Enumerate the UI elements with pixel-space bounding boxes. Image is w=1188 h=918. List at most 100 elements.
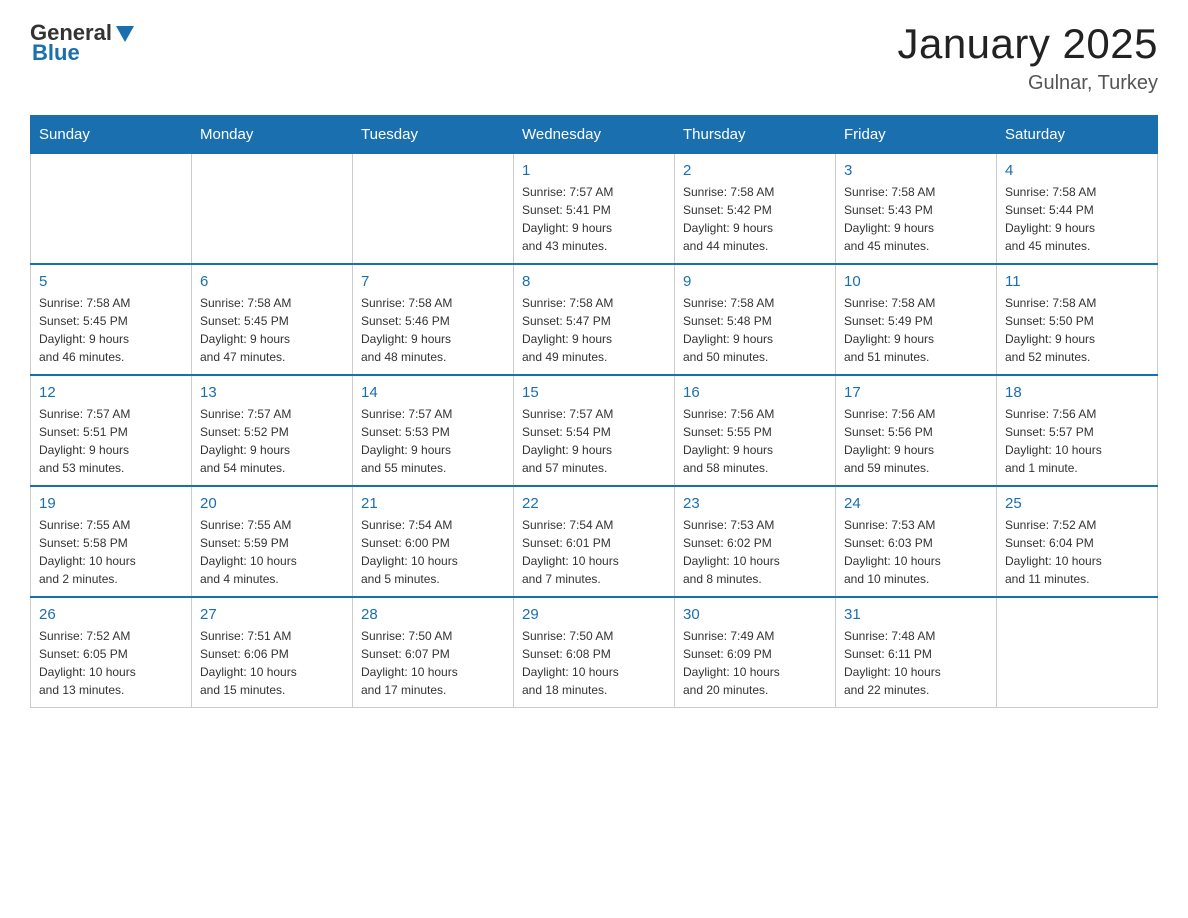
- day-number: 2: [683, 162, 827, 179]
- day-info: Sunrise: 7:48 AM Sunset: 6:11 PM Dayligh…: [844, 627, 988, 699]
- day-number: 20: [200, 495, 344, 512]
- calendar-title: January 2025: [897, 20, 1158, 68]
- calendar-cell: [31, 154, 192, 265]
- day-info: Sunrise: 7:55 AM Sunset: 5:59 PM Dayligh…: [200, 516, 344, 588]
- day-number: 26: [39, 606, 183, 623]
- calendar-cell: 22Sunrise: 7:54 AM Sunset: 6:01 PM Dayli…: [514, 486, 675, 597]
- week-row-4: 19 Sunrise: 7:55 AM Sunset: 5:58 PM Dayli…: [31, 486, 1158, 597]
- calendar-cell: [997, 597, 1158, 708]
- day-info: Sunrise: 7:58 AM Sunset: 5:46 PM Dayligh…: [361, 294, 505, 366]
- calendar-subtitle: Gulnar, Turkey: [897, 72, 1158, 95]
- day-number: 7: [361, 273, 505, 290]
- week-row-2: 5 Sunrise: 7:58 AM Sunset: 5:45 PM Daylig…: [31, 264, 1158, 375]
- col-header-thursday: Thursday: [675, 116, 836, 154]
- day-number: 17: [844, 384, 988, 401]
- day-info: Sunrise: 7:53 AM Sunset: 6:02 PM Dayligh…: [683, 516, 827, 588]
- day-info: Sunrise: 7:51 AM Sunset: 6:06 PM Dayligh…: [200, 627, 344, 699]
- day-number: 1: [522, 162, 666, 179]
- col-header-friday: Friday: [836, 116, 997, 154]
- day-number: 23: [683, 495, 827, 512]
- day-info: Sunrise: 7:57 AM Sunset: 5:52 PM Dayligh…: [200, 405, 344, 477]
- col-header-tuesday: Tuesday: [353, 116, 514, 154]
- calendar-cell: 23 Sunrise: 7:53 AM Sunset: 6:02 PM Dayli…: [675, 486, 836, 597]
- day-info: Sunrise: 7:57 AM Sunset: 5:53 PM Dayligh…: [361, 405, 505, 477]
- day-info: Sunrise: 7:58 AM Sunset: 5:47 PM Dayligh…: [522, 294, 666, 366]
- day-info: Sunrise: 7:58 AM Sunset: 5:43 PM Dayligh…: [844, 183, 988, 255]
- calendar-cell: 3 Sunrise: 7:58 AM Sunset: 5:43 PM Daylig…: [836, 154, 997, 265]
- calendar-cell: 16 Sunrise: 7:56 AM Sunset: 5:55 PM Dayli…: [675, 375, 836, 486]
- day-info: Sunrise: 7:58 AM Sunset: 5:45 PM Dayligh…: [200, 294, 344, 366]
- calendar-cell: 18 Sunrise: 7:56 AM Sunset: 5:57 PM Dayli…: [997, 375, 1158, 486]
- day-number: 13: [200, 384, 344, 401]
- logo-blue-text: Blue: [32, 40, 80, 66]
- day-info: Sunrise: 7:49 AM Sunset: 6:09 PM Dayligh…: [683, 627, 827, 699]
- day-info: Sunrise: 7:58 AM Sunset: 5:45 PM Dayligh…: [39, 294, 183, 366]
- col-header-sunday: Sunday: [31, 116, 192, 154]
- day-number: 4: [1005, 162, 1149, 179]
- logo-triangle-icon: [114, 24, 136, 44]
- day-info: Sunrise: 7:58 AM Sunset: 5:50 PM Dayligh…: [1005, 294, 1149, 366]
- day-number: 29: [522, 606, 666, 623]
- day-info: Sunrise: 7:52 AM Sunset: 6:04 PM Dayligh…: [1005, 516, 1149, 588]
- week-row-1: 1 Sunrise: 7:57 AM Sunset: 5:41 PM Daylig…: [31, 154, 1158, 265]
- day-number: 8: [522, 273, 666, 290]
- day-number: 3: [844, 162, 988, 179]
- col-header-saturday: Saturday: [997, 116, 1158, 154]
- calendar-table: SundayMondayTuesdayWednesdayThursdayFrid…: [30, 115, 1158, 708]
- day-info: Sunrise: 7:56 AM Sunset: 5:56 PM Dayligh…: [844, 405, 988, 477]
- day-info: Sunrise: 7:57 AM Sunset: 5:54 PM Dayligh…: [522, 405, 666, 477]
- day-number: 5: [39, 273, 183, 290]
- day-info: Sunrise: 7:50 AM Sunset: 6:08 PM Dayligh…: [522, 627, 666, 699]
- day-info: Sunrise: 7:52 AM Sunset: 6:05 PM Dayligh…: [39, 627, 183, 699]
- day-number: 22: [522, 495, 666, 512]
- day-info: Sunrise: 7:56 AM Sunset: 5:55 PM Dayligh…: [683, 405, 827, 477]
- day-number: 14: [361, 384, 505, 401]
- day-number: 27: [200, 606, 344, 623]
- day-info: Sunrise: 7:53 AM Sunset: 6:03 PM Dayligh…: [844, 516, 988, 588]
- calendar-cell: 11 Sunrise: 7:58 AM Sunset: 5:50 PM Dayli…: [997, 264, 1158, 375]
- col-header-monday: Monday: [192, 116, 353, 154]
- calendar-cell: 6Sunrise: 7:58 AM Sunset: 5:45 PM Daylig…: [192, 264, 353, 375]
- day-number: 10: [844, 273, 988, 290]
- day-number: 16: [683, 384, 827, 401]
- calendar-cell: 14 Sunrise: 7:57 AM Sunset: 5:53 PM Dayli…: [353, 375, 514, 486]
- col-header-wednesday: Wednesday: [514, 116, 675, 154]
- header-row: SundayMondayTuesdayWednesdayThursdayFrid…: [31, 116, 1158, 154]
- calendar-cell: 31 Sunrise: 7:48 AM Sunset: 6:11 PM Dayli…: [836, 597, 997, 708]
- calendar-cell: 24 Sunrise: 7:53 AM Sunset: 6:03 PM Dayli…: [836, 486, 997, 597]
- day-number: 31: [844, 606, 988, 623]
- calendar-cell: 7 Sunrise: 7:58 AM Sunset: 5:46 PM Daylig…: [353, 264, 514, 375]
- calendar-cell: 15Sunrise: 7:57 AM Sunset: 5:54 PM Dayli…: [514, 375, 675, 486]
- calendar-cell: 29 Sunrise: 7:50 AM Sunset: 6:08 PM Dayli…: [514, 597, 675, 708]
- day-number: 19: [39, 495, 183, 512]
- calendar-cell: 28 Sunrise: 7:50 AM Sunset: 6:07 PM Dayli…: [353, 597, 514, 708]
- week-row-3: 12 Sunrise: 7:57 AM Sunset: 5:51 PM Dayli…: [31, 375, 1158, 486]
- day-number: 24: [844, 495, 988, 512]
- calendar-cell: 27 Sunrise: 7:51 AM Sunset: 6:06 PM Dayli…: [192, 597, 353, 708]
- day-info: Sunrise: 7:57 AM Sunset: 5:41 PM Dayligh…: [522, 183, 666, 255]
- calendar-cell: [353, 154, 514, 265]
- calendar-cell: 10Sunrise: 7:58 AM Sunset: 5:49 PM Dayli…: [836, 264, 997, 375]
- calendar-cell: 21Sunrise: 7:54 AM Sunset: 6:00 PM Dayli…: [353, 486, 514, 597]
- day-info: Sunrise: 7:50 AM Sunset: 6:07 PM Dayligh…: [361, 627, 505, 699]
- day-number: 12: [39, 384, 183, 401]
- day-info: Sunrise: 7:57 AM Sunset: 5:51 PM Dayligh…: [39, 405, 183, 477]
- day-number: 25: [1005, 495, 1149, 512]
- calendar-cell: 8 Sunrise: 7:58 AM Sunset: 5:47 PM Daylig…: [514, 264, 675, 375]
- calendar-cell: 2 Sunrise: 7:58 AM Sunset: 5:42 PM Daylig…: [675, 154, 836, 265]
- day-info: Sunrise: 7:58 AM Sunset: 5:42 PM Dayligh…: [683, 183, 827, 255]
- calendar-cell: 5 Sunrise: 7:58 AM Sunset: 5:45 PM Daylig…: [31, 264, 192, 375]
- day-info: Sunrise: 7:55 AM Sunset: 5:58 PM Dayligh…: [39, 516, 183, 588]
- day-number: 18: [1005, 384, 1149, 401]
- day-number: 28: [361, 606, 505, 623]
- calendar-cell: 9 Sunrise: 7:58 AM Sunset: 5:48 PM Daylig…: [675, 264, 836, 375]
- day-number: 11: [1005, 273, 1149, 290]
- day-info: Sunrise: 7:58 AM Sunset: 5:48 PM Dayligh…: [683, 294, 827, 366]
- calendar-cell: 19 Sunrise: 7:55 AM Sunset: 5:58 PM Dayli…: [31, 486, 192, 597]
- day-info: Sunrise: 7:58 AM Sunset: 5:44 PM Dayligh…: [1005, 183, 1149, 255]
- calendar-cell: 12 Sunrise: 7:57 AM Sunset: 5:51 PM Dayli…: [31, 375, 192, 486]
- page-header: General Blue January 2025 Gulnar, Turkey: [30, 20, 1158, 95]
- day-info: Sunrise: 7:56 AM Sunset: 5:57 PM Dayligh…: [1005, 405, 1149, 477]
- day-number: 9: [683, 273, 827, 290]
- calendar-cell: 30Sunrise: 7:49 AM Sunset: 6:09 PM Dayli…: [675, 597, 836, 708]
